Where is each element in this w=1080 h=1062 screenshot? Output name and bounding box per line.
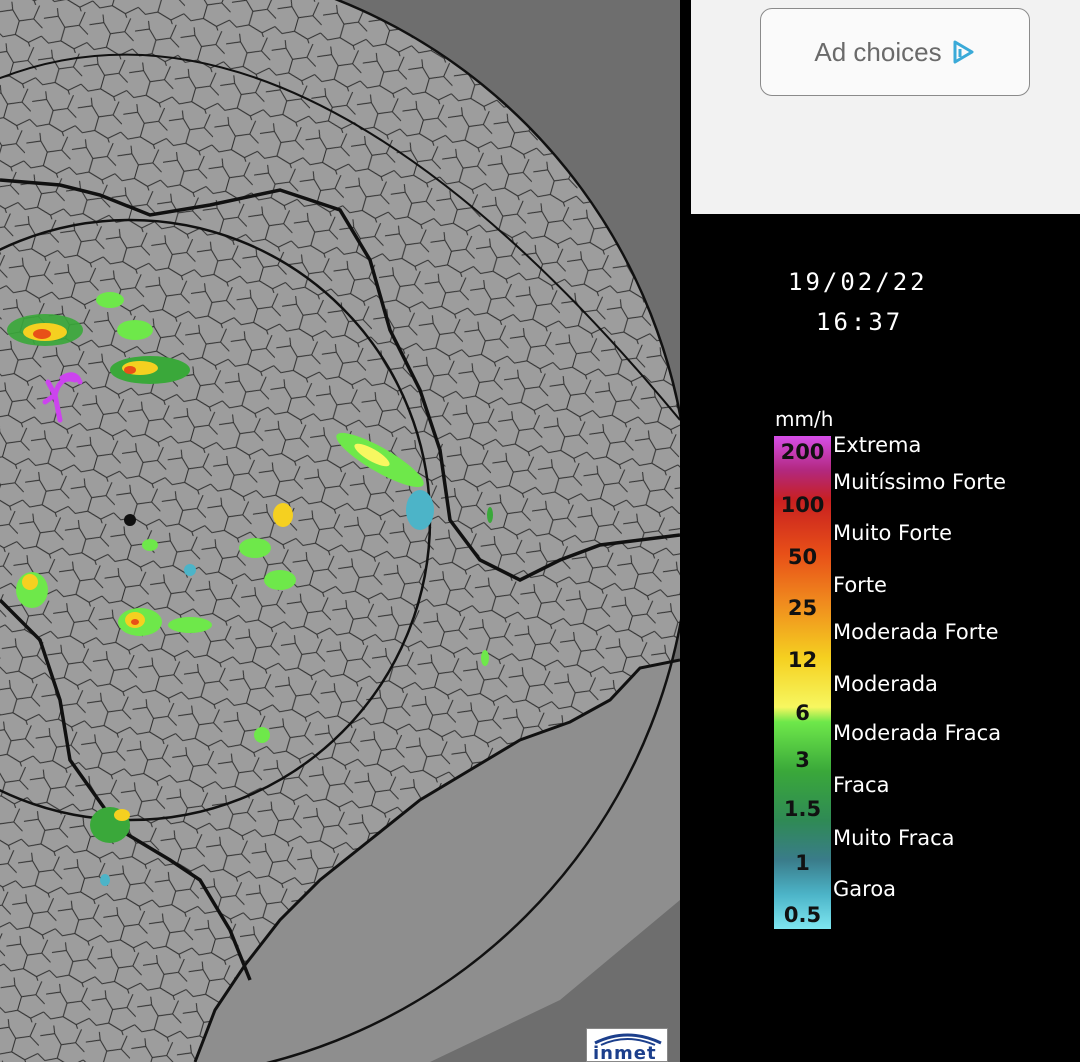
legend-tick: 200 <box>780 440 825 464</box>
timestamp-time: 16:37 <box>816 308 904 336</box>
legend-category: Garoa <box>833 877 897 901</box>
legend-tick: 50 <box>787 545 818 569</box>
legend-category: Moderada <box>833 672 938 696</box>
legend-category: Muito Fraca <box>833 826 955 850</box>
legend-tick: 100 <box>780 493 825 517</box>
legend-category: Muito Forte <box>833 521 952 545</box>
legend-unit: mm/h <box>775 407 834 431</box>
legend-category: Moderada Fraca <box>833 721 1002 745</box>
legend-category: Moderada Forte <box>833 620 999 644</box>
adchoices-icon <box>950 39 976 65</box>
legend-category: Extrema <box>833 433 922 457</box>
inmet-logo-text: inmet <box>593 1043 657 1062</box>
timestamp-date: 19/02/22 <box>788 268 928 296</box>
legend-tick: 1.5 <box>783 797 822 821</box>
inmet-logo: inmet <box>586 1028 668 1062</box>
legend-tick: 6 <box>795 701 810 725</box>
legend-tick: 1 <box>795 851 810 875</box>
ad-choices-label: Ad choices <box>814 36 942 67</box>
legend-tick: 12 <box>787 648 818 672</box>
legend-tick: 0.5 <box>783 903 822 927</box>
radar-map <box>0 0 680 1062</box>
radar-site-marker <box>124 514 136 526</box>
radar-map-svg <box>0 0 680 1062</box>
legend-category: Muitíssimo Forte <box>833 470 1006 494</box>
legend-tick: 25 <box>787 596 818 620</box>
legend-category: Forte <box>833 573 887 597</box>
legend-category: Fraca <box>833 773 890 797</box>
legend-tick: 3 <box>795 748 810 772</box>
ad-choices-button[interactable]: Ad choices <box>760 8 1030 96</box>
